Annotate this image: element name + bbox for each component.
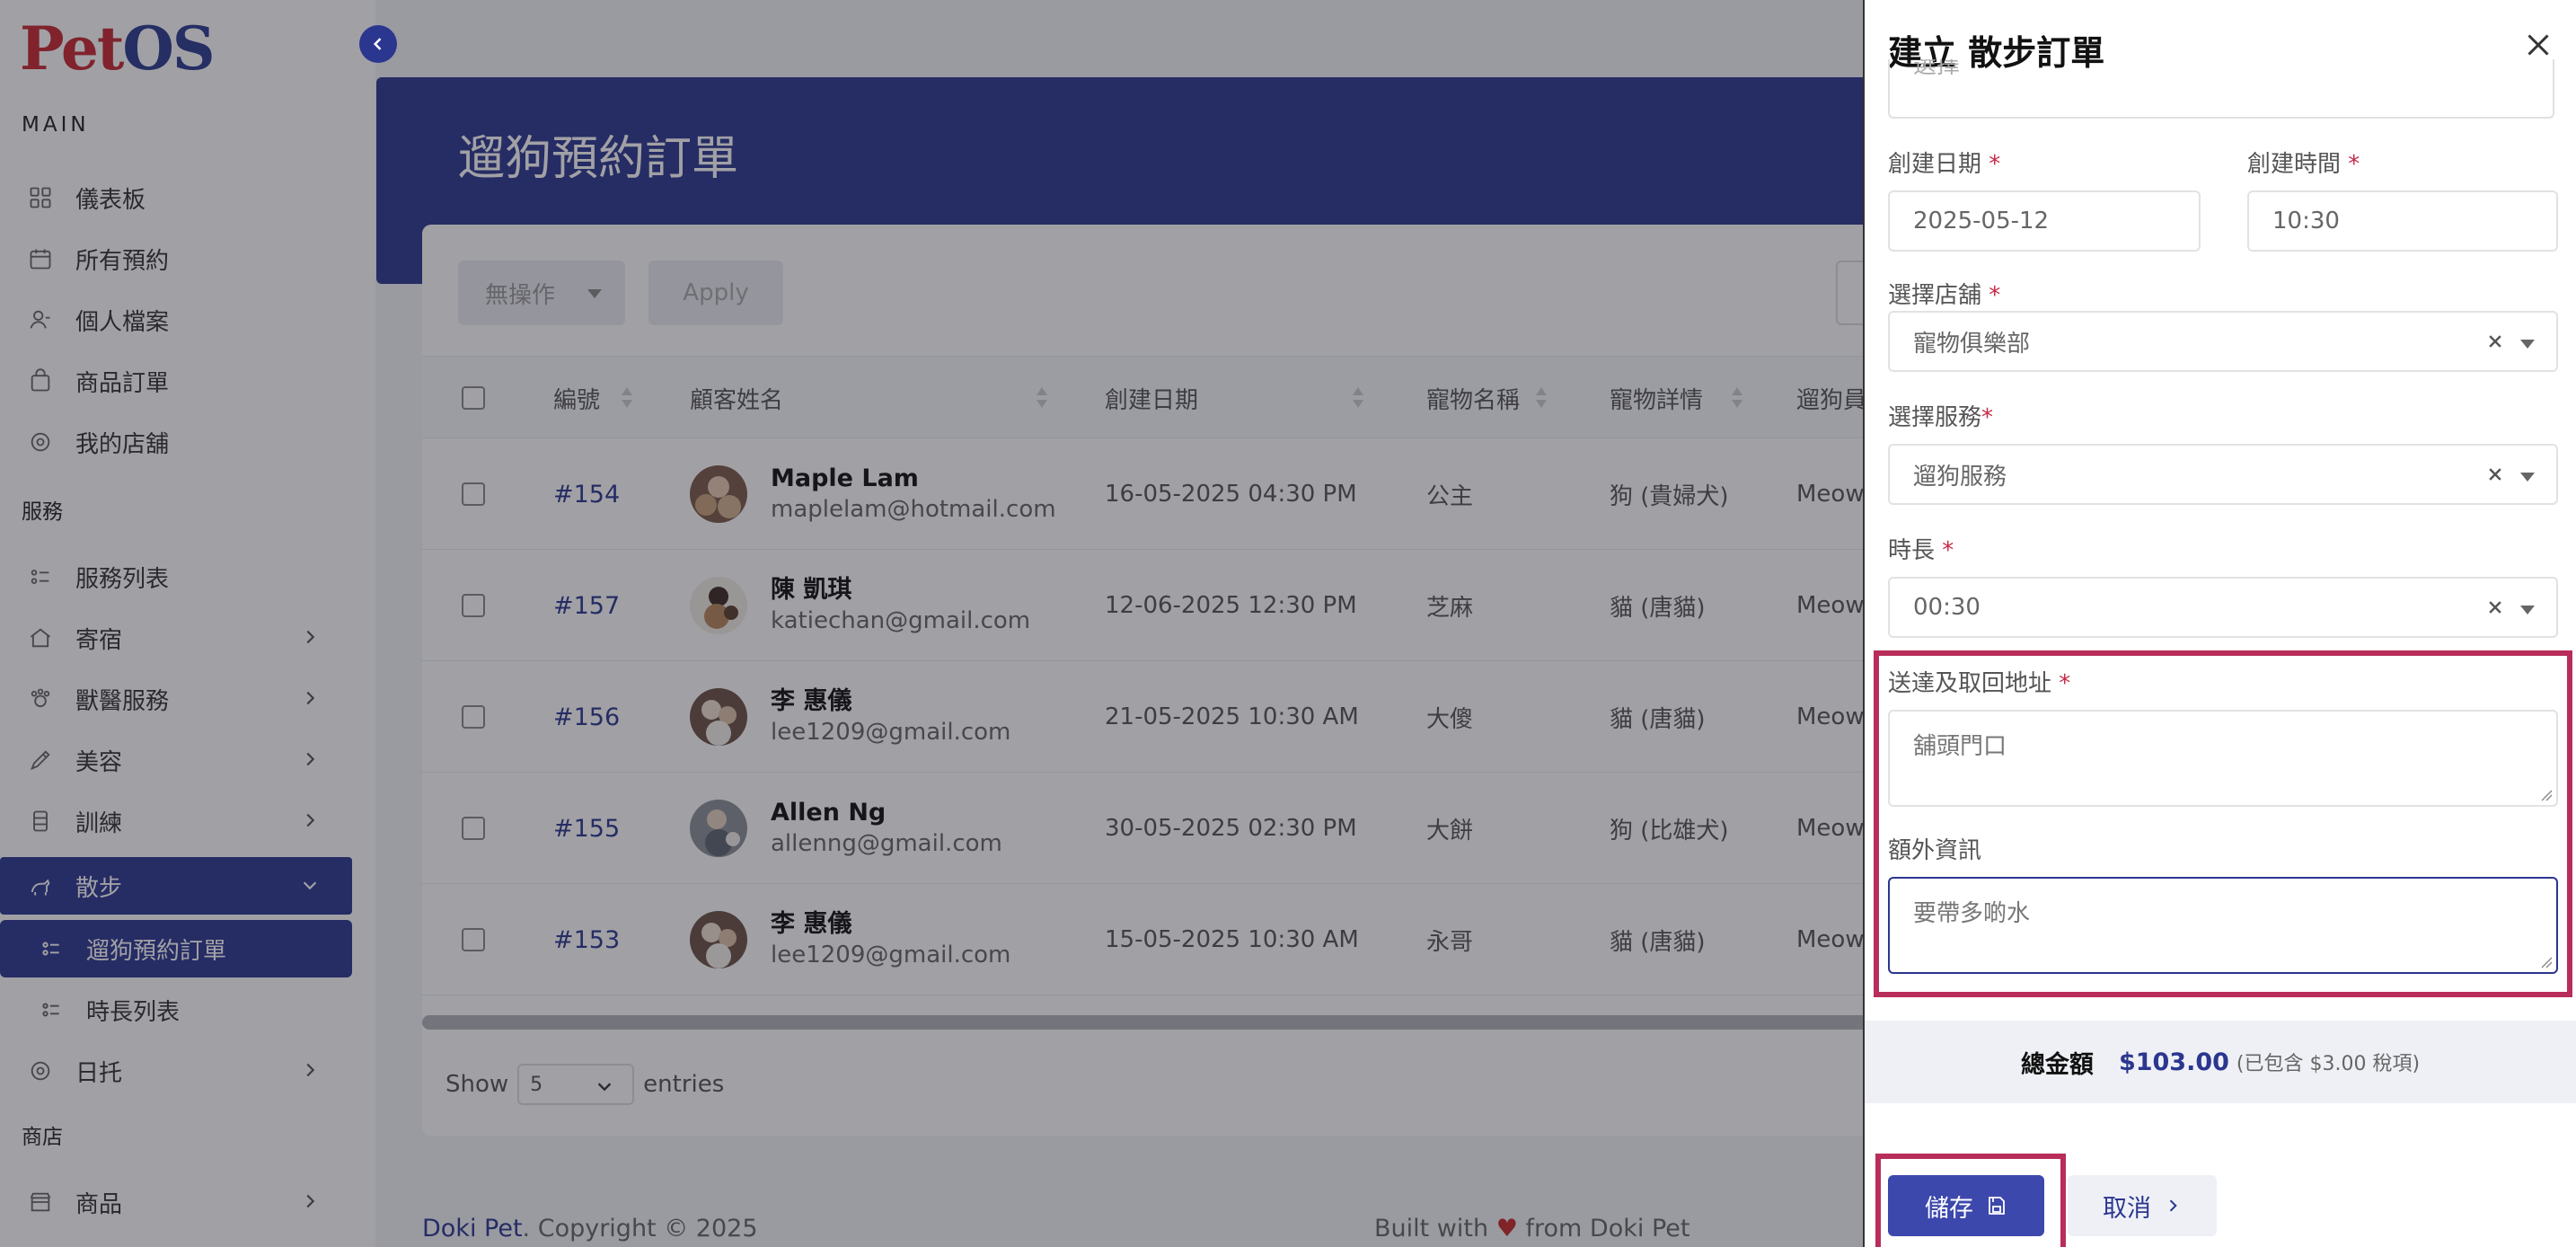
- service-select[interactable]: 遛狗服務: [1888, 444, 2558, 505]
- clear-icon[interactable]: [2486, 465, 2504, 483]
- duration-value: 00:30: [1913, 594, 1981, 621]
- caret-down-icon: [2520, 606, 2535, 615]
- sidebar-collapse-button[interactable]: [359, 25, 397, 63]
- extra-info-label: 額外資訊: [1888, 837, 1982, 864]
- scrolled-select-field[interactable]: 選擇: [1888, 59, 2554, 119]
- scrolled-select-value: 選擇: [1913, 59, 1961, 79]
- clear-icon[interactable]: [2486, 598, 2504, 616]
- cancel-button[interactable]: 取消: [2068, 1175, 2217, 1236]
- address-textarea[interactable]: 舖頭門口: [1888, 710, 2558, 807]
- close-icon[interactable]: [2522, 29, 2554, 61]
- resize-grip-icon[interactable]: [2540, 789, 2553, 801]
- total-amount: $103.00: [2118, 1048, 2229, 1076]
- store-select[interactable]: 寵物俱樂部: [1888, 311, 2558, 372]
- create-walk-order-drawer: 建立 散步訂單 選擇 創建日期 * 2025-05-12 創建時間 * 10:3…: [1863, 0, 2576, 1247]
- save-icon: [1989, 1197, 2005, 1215]
- clear-icon[interactable]: [2486, 332, 2504, 350]
- store-label: 選擇店舖 *: [1888, 282, 2001, 309]
- duration-label: 時長 *: [1888, 537, 1954, 564]
- total-label: 總金額: [2020, 1050, 2094, 1079]
- total-tax-note: (已包含 $3.00 稅項): [2236, 1053, 2421, 1075]
- create-date-label: 創建日期 *: [1888, 151, 2001, 178]
- modal-backdrop[interactable]: [0, 0, 1863, 1247]
- resize-grip-icon[interactable]: [2540, 956, 2553, 968]
- service-value: 遛狗服務: [1913, 463, 2007, 491]
- store-value: 寵物俱樂部: [1913, 330, 2031, 358]
- service-label: 選擇服務*: [1888, 404, 1994, 431]
- caret-down-icon: [2520, 473, 2535, 482]
- duration-select[interactable]: 00:30: [1888, 577, 2558, 638]
- save-button[interactable]: 儲存: [1888, 1175, 2044, 1236]
- chevron-left-icon: [373, 38, 382, 50]
- create-time-label: 創建時間 *: [2247, 151, 2360, 178]
- total-summary: 總金額 $103.00 (已包含 $3.00 稅項): [1865, 1021, 2576, 1103]
- caret-down-icon: [2520, 340, 2535, 349]
- chevron-right-icon: [2169, 1199, 2177, 1212]
- address-value: 舖頭門口: [1913, 733, 2007, 760]
- create-time-input[interactable]: 10:30: [2247, 190, 2558, 252]
- address-label: 送達及取回地址 *: [1888, 670, 2071, 697]
- extra-info-textarea[interactable]: 要帶多啲水: [1888, 877, 2558, 974]
- extra-info-value: 要帶多啲水: [1913, 900, 2031, 927]
- cancel-button-label: 取消: [2103, 1194, 2151, 1223]
- save-button-label: 儲存: [1925, 1194, 1973, 1223]
- create-date-input[interactable]: 2025-05-12: [1888, 190, 2201, 252]
